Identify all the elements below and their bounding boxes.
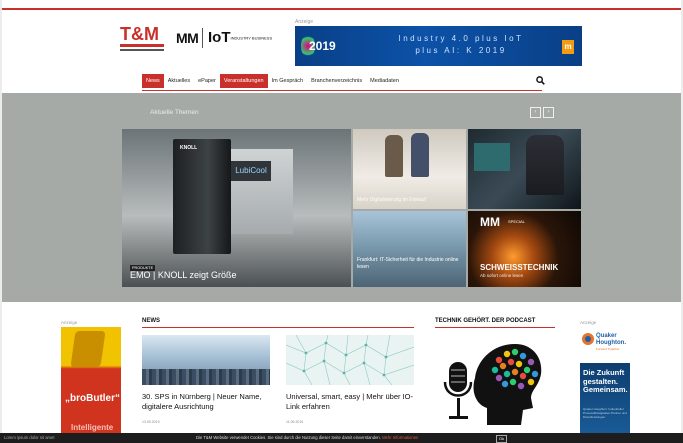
cookie-left-text: Lorem ipsum dolor sit amet (4, 435, 55, 440)
banner-brand-mark: m (562, 40, 574, 54)
person-figure (385, 135, 403, 177)
quaker-houghton-logo: Quaker Houghton. Forward Together (582, 333, 626, 351)
carousel-next-button[interactable]: › (543, 107, 554, 118)
svg-text:T&M: T&M (120, 24, 159, 44)
svg-text:Quaker: Quaker (596, 333, 617, 339)
ad-headline: Die Zukunft gestalten. Gemeinsam. (583, 368, 628, 394)
nav-underline (142, 90, 542, 91)
cookie-text: Die T&M Website verwendet Cookies. Sie s… (196, 433, 418, 443)
brobutler-ad[interactable]: „broButler“ Intelligente (61, 327, 121, 437)
banner-line2: plus AI: K 2019 (415, 46, 507, 55)
carousel-title: Aktuelle Themen (150, 109, 199, 116)
news-section-title: NEWS (142, 318, 160, 324)
iot-logo-text: IoT (208, 29, 231, 46)
top-accent-line (2, 8, 681, 10)
tile-city[interactable]: Frankfurt: IT-Sicherheit für die Industr… (353, 211, 466, 287)
banner-year: 2019 (309, 39, 336, 53)
podcast-section-rule (435, 327, 555, 328)
podcast-section-title: TECHNIK GEHÖRT. DER PODCAST (435, 318, 536, 324)
news-date-2: 11.09.2019 (286, 420, 304, 424)
hero-title[interactable]: EMO | KNOLL zeigt Größe (130, 270, 237, 280)
cookie-bar: Lorem ipsum dolor sit amet Die T&M Websi… (0, 433, 683, 443)
hero-article[interactable]: KNOLL LubiCool (122, 129, 351, 287)
podcast-image[interactable] (435, 330, 548, 430)
cookie-message: Die T&M Website verwendet Cookies. Sie s… (196, 435, 381, 440)
tile-subtitle: Ab sofort online lesen (480, 273, 524, 278)
news-title-1[interactable]: 30. SPS in Nürnberg | Neuer Name, digita… (142, 392, 274, 412)
ad-subline: Intelligente (71, 423, 114, 432)
hero-machine-panel: LubiCool (231, 149, 293, 234)
search-icon[interactable] (536, 76, 545, 85)
hero-machine-image: KNOLL (173, 139, 231, 254)
machine-screen (474, 143, 510, 171)
nav-item-aktuelles[interactable]: Aktuelles (164, 74, 194, 88)
hero-machine-brand: KNOLL (180, 145, 198, 151)
mm-special-logo: MM (480, 215, 500, 229)
tile-title: SCHWEISSTECHNIK (480, 263, 559, 272)
k2019-banner-ad[interactable]: 2019 Industry 4.0 plus IoT plus AI: K 20… (295, 26, 582, 66)
news-date-1: 13.09.2019 (142, 420, 160, 424)
tile-caption: Frankfurt: IT-Sicherheit für die Industr… (357, 257, 459, 270)
robot-arm-icon (70, 331, 106, 367)
ad-headline: „broButler“ (65, 393, 120, 404)
tile-schweisstechnik[interactable]: MM SPECIAL SCHWEISSTECHNIK Ab sofort onl… (468, 211, 581, 287)
nav-item-branchenverzeichnis[interactable]: Branchenverzeichnis (307, 74, 366, 88)
mm-logo[interactable]: MM (176, 30, 199, 46)
news-image-network[interactable] (286, 335, 414, 385)
cookie-more-info-link[interactable]: Mehr Informationen (382, 435, 418, 440)
page: T&M MM IoTINDUSTRY BUSINESS Anzeige 2019… (2, 0, 681, 443)
tile-caption: Mehr Digitalisierung im Einkauf (357, 197, 426, 203)
banner-text: Industry 4.0 plus IoT plus AI: K 2019 (391, 33, 531, 57)
ad-label: Anzeige (580, 320, 597, 325)
iot-logo-sub: INDUSTRY BUSINESS (230, 35, 273, 41)
ad-copy: Quaker Houghton: Industrieller Prozessfl… (583, 407, 627, 419)
nav-item-im-gespraech[interactable]: Im Gespräch (268, 74, 307, 88)
special-label: SPECIAL (508, 219, 525, 224)
carousel-prev-button[interactable]: ‹ (530, 107, 541, 118)
nav-item-mediadaten[interactable]: Mediadaten (366, 74, 403, 88)
logo-divider (202, 28, 203, 48)
svg-text:Forward Together: Forward Together (596, 347, 619, 351)
main-nav: News Aktuelles ePaper Veranstaltungen Im… (142, 74, 403, 88)
tile-operator[interactable] (468, 129, 581, 209)
nav-item-epaper[interactable]: ePaper (194, 74, 220, 88)
ad-label: Anzeige (61, 320, 78, 325)
person-figure (411, 133, 429, 177)
cookie-ok-button[interactable]: Ok (496, 435, 508, 443)
nav-item-veranstaltungen[interactable]: Veranstaltungen (219, 74, 268, 88)
worker-figure (526, 135, 564, 195)
news-image-sps[interactable] (142, 335, 270, 385)
news-section-rule (142, 327, 414, 328)
ad-label: Anzeige (295, 19, 314, 25)
svg-text:Houghton.: Houghton. (596, 340, 626, 346)
crowd-image (142, 369, 270, 385)
quaker-houghton-ad[interactable]: Quaker Houghton. Forward Together Die Zu… (580, 327, 630, 437)
hero-product-name: LubiCool (231, 161, 271, 181)
iot-logo[interactable]: IoTINDUSTRY BUSINESS (208, 29, 272, 46)
nav-item-news[interactable]: News (142, 74, 164, 88)
banner-line1: Industry 4.0 plus IoT (398, 34, 524, 43)
tm-logo[interactable]: T&M (118, 20, 170, 54)
tile-meeting[interactable]: Mehr Digitalisierung im Einkauf (353, 129, 466, 209)
news-title-2[interactable]: Universal, smart, easy | Mehr über IO-Li… (286, 392, 418, 412)
